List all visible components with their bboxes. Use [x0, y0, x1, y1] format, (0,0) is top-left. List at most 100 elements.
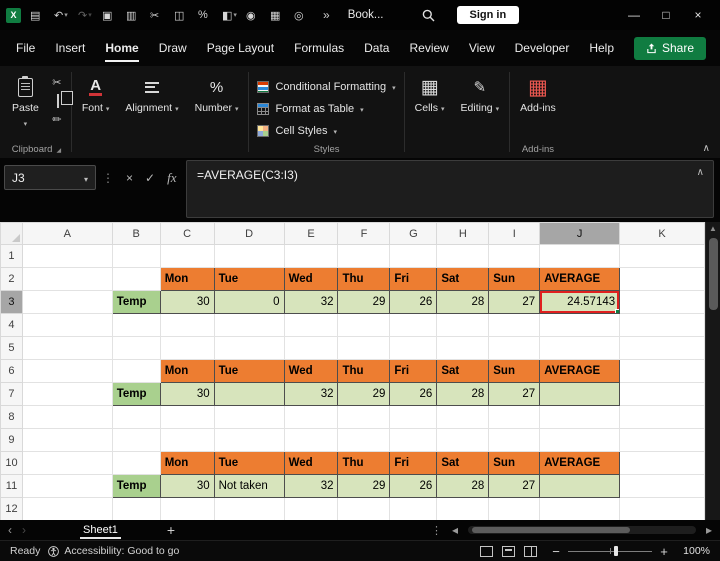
cell-F6[interactable]: Thu	[337, 359, 391, 383]
zoom-slider-thumb[interactable]	[614, 546, 619, 556]
cell-G12[interactable]	[389, 497, 438, 520]
cell-C3[interactable]: 30	[159, 290, 215, 314]
cell-E10[interactable]: Wed	[283, 451, 339, 475]
cell-A9[interactable]	[22, 428, 113, 452]
column-header-B[interactable]: B	[111, 222, 161, 245]
cell-F8[interactable]	[337, 405, 391, 429]
undo-icon[interactable]: ↶ ▾	[54, 9, 69, 22]
cell-D10[interactable]: Tue	[213, 451, 285, 475]
cell-E6[interactable]: Wed	[283, 359, 339, 383]
accessibility-status[interactable]: Accessibility: Good to go	[48, 545, 179, 557]
sign-in-button[interactable]: Sign in	[456, 6, 520, 24]
vertical-scrollbar[interactable]: ▲	[705, 222, 720, 520]
font-button[interactable]: A Font	[74, 70, 118, 114]
cell-J5[interactable]	[539, 336, 621, 360]
cell-K9[interactable]	[619, 428, 705, 452]
cells-button[interactable]: ▦ Cells	[407, 70, 453, 115]
formula-input[interactable]: =AVERAGE(C3:I3)	[186, 160, 714, 218]
column-header-J[interactable]: J	[539, 222, 621, 245]
cell-H7[interactable]: 28	[436, 382, 490, 406]
zoom-slider[interactable]	[568, 546, 652, 557]
zoom-out-button[interactable]: −	[551, 544, 561, 559]
page-break-view-icon[interactable]	[524, 545, 537, 557]
collapse-formula-bar-icon[interactable]	[697, 167, 704, 178]
cell-K6[interactable]	[619, 359, 705, 383]
cell-F2[interactable]: Thu	[337, 267, 391, 291]
sheet-nav-left-icon[interactable]: ‹	[8, 523, 12, 537]
cell-G9[interactable]	[389, 428, 438, 452]
menu-tab-developer[interactable]: Developer	[505, 30, 580, 66]
cell-C11[interactable]: 30	[159, 474, 215, 498]
horizontal-scrollbar[interactable]	[467, 526, 696, 534]
column-header-I[interactable]: I	[488, 222, 541, 245]
cell-A4[interactable]	[22, 313, 113, 337]
cell-G6[interactable]: Fri	[389, 359, 438, 383]
redo-icon[interactable]: ↷ ▾	[78, 9, 93, 22]
cell-C5[interactable]	[160, 336, 215, 360]
row-header-3[interactable]: 3	[0, 290, 23, 314]
format-painter-icon[interactable]: ◧ ▾	[222, 9, 237, 22]
sheet-nav-right-icon[interactable]: ›	[22, 523, 26, 537]
cut-icon[interactable]: ✂	[49, 76, 65, 89]
cancel-formula-icon[interactable]: ×	[126, 171, 133, 185]
cell-J6[interactable]: AVERAGE	[539, 359, 621, 383]
book-icon[interactable]: ◫	[174, 9, 189, 22]
cell-B12[interactable]	[112, 497, 161, 520]
vertical-scroll-thumb[interactable]	[709, 238, 718, 310]
table-icon[interactable]: ▦	[270, 9, 285, 22]
cell-J3[interactable]: 24.57143	[539, 290, 621, 314]
cell-C4[interactable]	[160, 313, 215, 337]
cell-D11[interactable]: Not taken	[213, 474, 285, 498]
cell-J10[interactable]: AVERAGE	[539, 451, 621, 475]
cell-D1[interactable]	[214, 244, 285, 268]
cell-A10[interactable]	[22, 451, 113, 475]
cell-styles-button[interactable]: Cell Styles	[257, 121, 395, 141]
cell-I8[interactable]	[488, 405, 541, 429]
cell-C7[interactable]: 30	[159, 382, 215, 406]
row-header-4[interactable]: 4	[0, 313, 23, 337]
cell-A3[interactable]	[22, 290, 113, 314]
normal-view-icon[interactable]	[480, 545, 493, 557]
cell-E9[interactable]	[284, 428, 339, 452]
cell-K5[interactable]	[619, 336, 705, 360]
clipboard-icon[interactable]: ▣	[102, 9, 117, 22]
cell-J12[interactable]	[539, 497, 621, 520]
cell-J9[interactable]	[539, 428, 621, 452]
cell-I1[interactable]	[488, 244, 541, 268]
cell-D2[interactable]: Tue	[213, 267, 285, 291]
cell-J1[interactable]	[539, 244, 621, 268]
cell-K3[interactable]	[619, 290, 705, 314]
cell-E1[interactable]	[284, 244, 339, 268]
cell-K11[interactable]	[619, 474, 705, 498]
cell-D7[interactable]	[213, 382, 285, 406]
cell-F11[interactable]: 29	[337, 474, 391, 498]
cell-J4[interactable]	[539, 313, 621, 337]
cell-K8[interactable]	[619, 405, 705, 429]
excel-logo-icon[interactable]: X	[6, 7, 21, 23]
cell-H10[interactable]: Sat	[436, 451, 490, 475]
cell-J7[interactable]	[539, 382, 621, 406]
horizontal-scroll-thumb[interactable]	[471, 527, 630, 533]
cell-G10[interactable]: Fri	[389, 451, 438, 475]
cell-C2[interactable]: Mon	[159, 267, 215, 291]
row-header-1[interactable]: 1	[0, 244, 23, 268]
paste-button[interactable]: Paste	[4, 70, 47, 129]
cell-H2[interactable]: Sat	[436, 267, 490, 291]
share-button[interactable]: Share	[633, 36, 706, 60]
row-header-2[interactable]: 2	[0, 267, 23, 291]
enter-formula-icon[interactable]: ✓	[145, 171, 155, 185]
save-icon[interactable]: ▤	[30, 9, 45, 22]
cell-A6[interactable]	[22, 359, 113, 383]
cell-I3[interactable]: 27	[488, 290, 541, 314]
cell-B6[interactable]	[112, 359, 161, 383]
page-layout-view-icon[interactable]	[502, 545, 515, 557]
cell-K12[interactable]	[619, 497, 705, 520]
cell-I11[interactable]: 27	[488, 474, 541, 498]
addins-button[interactable]: ▦ Add-ins	[512, 70, 564, 115]
cell-A8[interactable]	[22, 405, 113, 429]
zoom-level[interactable]: 100%	[676, 545, 710, 557]
column-header-F[interactable]: F	[337, 222, 391, 245]
column-header-D[interactable]: D	[213, 222, 285, 245]
insert-function-icon[interactable]: fx	[167, 170, 176, 186]
copy-icon[interactable]	[57, 94, 60, 108]
